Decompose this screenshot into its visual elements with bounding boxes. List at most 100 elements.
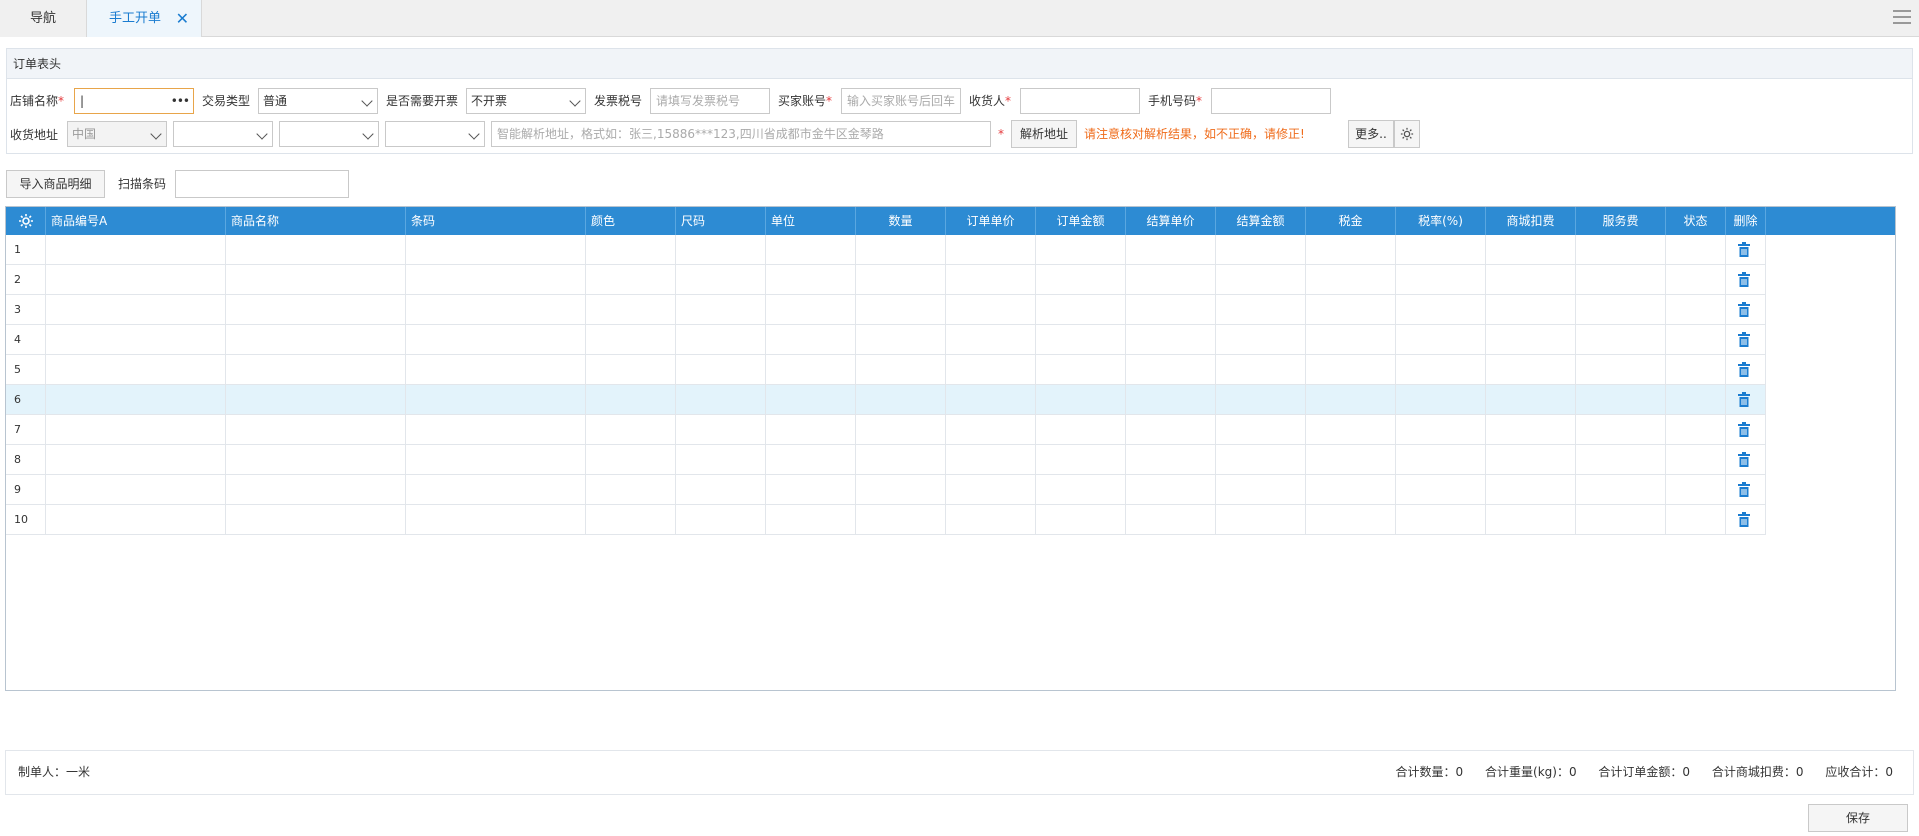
table-cell[interactable] — [1666, 475, 1726, 505]
delete-cell[interactable] — [1726, 415, 1766, 445]
table-cell[interactable] — [226, 355, 406, 385]
table-cell[interactable] — [1396, 265, 1486, 295]
table-cell[interactable] — [856, 475, 946, 505]
table-cell[interactable] — [1036, 475, 1126, 505]
table-cell[interactable] — [676, 445, 766, 475]
table-cell[interactable] — [946, 505, 1036, 535]
table-cell[interactable] — [1666, 325, 1726, 355]
table-cell[interactable] — [766, 355, 856, 385]
table-cell[interactable] — [1396, 295, 1486, 325]
delete-cell[interactable] — [1726, 445, 1766, 475]
table-cell[interactable] — [1396, 235, 1486, 265]
table-cell[interactable] — [1036, 295, 1126, 325]
table-cell[interactable] — [1036, 505, 1126, 535]
table-cell[interactable] — [1126, 415, 1216, 445]
table-cell[interactable] — [676, 415, 766, 445]
table-cell[interactable] — [226, 445, 406, 475]
table-cell[interactable] — [1036, 325, 1126, 355]
table-cell[interactable] — [1306, 235, 1396, 265]
table-cell[interactable] — [586, 475, 676, 505]
table-cell[interactable] — [766, 385, 856, 415]
table-cell[interactable] — [1306, 385, 1396, 415]
table-cell[interactable] — [1486, 505, 1576, 535]
save-button[interactable]: 保存 — [1808, 804, 1908, 832]
table-cell[interactable] — [1666, 385, 1726, 415]
table-cell[interactable] — [406, 325, 586, 355]
column-header[interactable]: 数量 — [856, 207, 946, 235]
table-cell[interactable] — [1036, 445, 1126, 475]
table-cell[interactable] — [1486, 385, 1576, 415]
delete-cell[interactable] — [1726, 325, 1766, 355]
smart-address-input[interactable] — [491, 121, 991, 147]
table-cell[interactable] — [1486, 415, 1576, 445]
trash-icon[interactable] — [1738, 272, 1750, 287]
table-cell[interactable] — [1126, 235, 1216, 265]
column-header[interactable]: 商品名称 — [226, 207, 406, 235]
table-cell[interactable] — [226, 415, 406, 445]
gear-icon[interactable] — [18, 213, 34, 229]
column-header[interactable]: 条码 — [406, 207, 586, 235]
trash-icon[interactable] — [1738, 482, 1750, 497]
more-button[interactable]: 更多.. — [1348, 120, 1394, 148]
table-cell[interactable] — [226, 505, 406, 535]
table-cell[interactable] — [676, 385, 766, 415]
table-cell[interactable] — [1486, 325, 1576, 355]
table-cell[interactable] — [946, 415, 1036, 445]
table-cell[interactable] — [1216, 415, 1306, 445]
table-cell[interactable] — [1396, 505, 1486, 535]
table-cell[interactable] — [856, 235, 946, 265]
table-cell[interactable] — [586, 505, 676, 535]
table-cell[interactable] — [676, 475, 766, 505]
delete-cell[interactable] — [1726, 385, 1766, 415]
table-cell[interactable] — [1576, 385, 1666, 415]
table-cell[interactable] — [1576, 445, 1666, 475]
table-cell[interactable] — [406, 415, 586, 445]
table-cell[interactable] — [766, 295, 856, 325]
tab-manual-order[interactable]: 手工开单 ✕ — [87, 0, 202, 37]
table-cell[interactable] — [1216, 355, 1306, 385]
table-cell[interactable] — [1576, 415, 1666, 445]
table-cell[interactable] — [1396, 385, 1486, 415]
table-cell[interactable] — [856, 385, 946, 415]
table-cell[interactable] — [1126, 265, 1216, 295]
table-cell[interactable] — [1306, 475, 1396, 505]
table-cell[interactable] — [1666, 295, 1726, 325]
column-header[interactable]: 单位 — [766, 207, 856, 235]
column-header[interactable]: 订单金额 — [1036, 207, 1126, 235]
table-row[interactable]: 8 — [6, 445, 1766, 475]
table-cell[interactable] — [1306, 325, 1396, 355]
table-cell[interactable] — [946, 355, 1036, 385]
table-cell[interactable] — [406, 445, 586, 475]
table-cell[interactable] — [1126, 385, 1216, 415]
column-header[interactable]: 服务费 — [1576, 207, 1666, 235]
table-cell[interactable] — [946, 235, 1036, 265]
table-cell[interactable] — [1216, 325, 1306, 355]
table-cell[interactable] — [1396, 325, 1486, 355]
table-cell[interactable] — [1036, 265, 1126, 295]
table-cell[interactable] — [1396, 355, 1486, 385]
table-cell[interactable] — [1396, 445, 1486, 475]
trash-icon[interactable] — [1738, 242, 1750, 257]
table-cell[interactable] — [1126, 475, 1216, 505]
table-cell[interactable] — [1306, 265, 1396, 295]
more-dots-icon[interactable]: ••• — [171, 89, 190, 113]
table-row[interactable]: 2 — [6, 265, 1766, 295]
table-cell[interactable] — [46, 445, 226, 475]
table-cell[interactable] — [856, 355, 946, 385]
table-cell[interactable] — [1576, 475, 1666, 505]
table-cell[interactable] — [1216, 235, 1306, 265]
table-cell[interactable] — [46, 295, 226, 325]
table-cell[interactable] — [406, 475, 586, 505]
table-cell[interactable] — [406, 385, 586, 415]
table-row[interactable]: 5 — [6, 355, 1766, 385]
table-cell[interactable] — [766, 415, 856, 445]
table-cell[interactable] — [1576, 295, 1666, 325]
delete-cell[interactable] — [1726, 235, 1766, 265]
table-cell[interactable] — [1126, 355, 1216, 385]
column-header[interactable]: 尺码 — [676, 207, 766, 235]
shop-name-input[interactable]: | ••• — [74, 88, 194, 114]
column-header[interactable]: 商品编号A — [46, 207, 226, 235]
delete-cell[interactable] — [1726, 505, 1766, 535]
table-cell[interactable] — [1396, 415, 1486, 445]
table-cell[interactable] — [1126, 505, 1216, 535]
